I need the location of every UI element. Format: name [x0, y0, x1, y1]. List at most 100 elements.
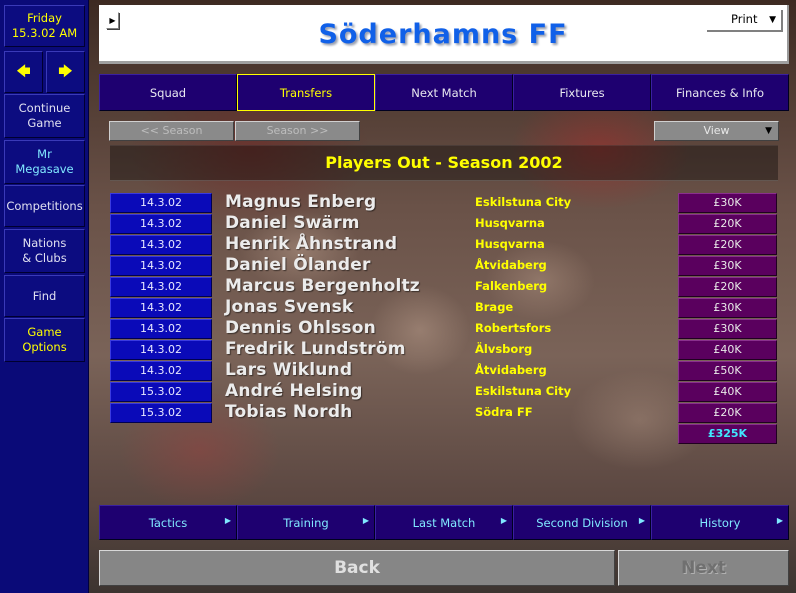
tab-squad[interactable]: Squad: [99, 74, 237, 111]
transfer-fee: £40K: [678, 382, 777, 402]
sidebar-item-label: Game: [27, 116, 62, 130]
transfer-date[interactable]: 15.3.02: [110, 382, 212, 402]
tab-label: History: [699, 515, 741, 530]
page-title-band: Players Out - Season 2002: [110, 145, 778, 181]
transfer-date[interactable]: 14.3.02: [110, 193, 212, 213]
sidebar-item-find[interactable]: Find: [4, 275, 85, 317]
player-name[interactable]: Fredrik Lundström: [225, 339, 406, 359]
date-value: 15.3.02 AM: [11, 26, 78, 40]
tab-finances-info[interactable]: Finances & Info: [651, 74, 789, 111]
transfer-date[interactable]: 14.3.02: [110, 340, 212, 360]
transfer-date[interactable]: 14.3.02: [110, 214, 212, 234]
print-dropdown[interactable]: Print ▼: [707, 10, 783, 32]
tab-history[interactable]: History ▶: [651, 505, 789, 540]
club-tabs: Squad Transfers Next Match Fixtures Fina…: [99, 74, 789, 111]
transfer-fee: £20K: [678, 403, 777, 423]
sidebar-item-label: Find: [32, 288, 57, 303]
destination-club[interactable]: Husqvarna: [475, 237, 545, 251]
transfer-fee: £30K: [678, 256, 777, 276]
sidebar-item-label: Mr: [37, 147, 52, 161]
tab-label: Fixtures: [559, 85, 605, 100]
transfer-row: 15.3.02 Tobias Nordh Södra FF £20K: [110, 402, 778, 424]
transfer-date[interactable]: 14.3.02: [110, 256, 212, 276]
player-name[interactable]: André Helsing: [225, 381, 363, 401]
view-dropdown[interactable]: View ▼: [654, 121, 779, 141]
sidebar-item-mr-megasave[interactable]: Mr Megasave: [4, 140, 85, 184]
player-name[interactable]: Tobias Nordh: [225, 402, 353, 422]
destination-club[interactable]: Brage: [475, 300, 513, 314]
sidebar-item-label: & Clubs: [22, 251, 67, 265]
tab-second-division[interactable]: Second Division ▶: [513, 505, 651, 540]
transfer-fee: £30K: [678, 319, 777, 339]
tab-label: Transfers: [279, 85, 333, 100]
sidebar-item-label: Competitions: [6, 198, 83, 213]
total-fee: £325K: [678, 424, 777, 444]
transfer-fee: £20K: [678, 235, 777, 255]
current-date-display: Friday 15.3.02 AM: [4, 5, 85, 47]
player-name[interactable]: Daniel Swärm: [225, 213, 360, 233]
club-name-title: Söderhamns FF: [318, 19, 568, 50]
player-name[interactable]: Magnus Enberg: [225, 192, 376, 212]
next-label: Next: [681, 558, 726, 578]
destination-club[interactable]: Åtvidaberg: [475, 258, 547, 272]
destination-club[interactable]: Eskilstuna City: [475, 195, 571, 209]
previous-button[interactable]: 🡄: [4, 51, 43, 93]
sidebar-item-label: Continue: [18, 101, 71, 115]
player-name[interactable]: Henrik Åhnstrand: [225, 234, 397, 254]
player-name[interactable]: Daniel Ölander: [225, 255, 371, 275]
destination-club[interactable]: Åtvidaberg: [475, 363, 547, 377]
sidebar-item-game-options[interactable]: Game Options: [4, 318, 85, 362]
submenu-arrow-icon: ▶: [224, 516, 231, 525]
chevron-down-icon: ▼: [769, 15, 776, 25]
tab-label: Tactics: [148, 515, 188, 530]
tab-transfers[interactable]: Transfers: [237, 74, 375, 111]
player-name[interactable]: Dennis Ohlsson: [225, 318, 376, 338]
transfer-date[interactable]: 14.3.02: [110, 235, 212, 255]
transfer-fee: £20K: [678, 214, 777, 234]
destination-club[interactable]: Södra FF: [475, 405, 533, 419]
transfer-row: 14.3.02 Henrik Åhnstrand Husqvarna £20K: [110, 234, 778, 256]
sidebar-item-label: Options: [22, 340, 67, 354]
destination-club[interactable]: Falkenberg: [475, 279, 547, 293]
previous-season-button[interactable]: << Season: [109, 121, 234, 141]
transfer-row: 14.3.02 Magnus Enberg Eskilstuna City £30K: [110, 192, 778, 214]
sidebar-item-label: Megasave: [15, 162, 74, 176]
back-button[interactable]: Back: [99, 550, 615, 586]
sidebar-item-continue-game[interactable]: Continue Game: [4, 94, 85, 138]
next-season-label: Season >>: [266, 124, 329, 137]
next-day-button[interactable]: 🡆: [46, 51, 85, 93]
sidebar-item-competitions[interactable]: Competitions: [4, 185, 85, 227]
tab-tactics[interactable]: Tactics ▶: [99, 505, 237, 540]
back-label: Back: [334, 558, 380, 578]
transfer-fee: £50K: [678, 361, 777, 381]
destination-club[interactable]: Älvsborg: [475, 342, 532, 356]
tab-training[interactable]: Training ▶: [237, 505, 375, 540]
tab-fixtures[interactable]: Fixtures: [513, 74, 651, 111]
destination-club[interactable]: Eskilstuna City: [475, 384, 571, 398]
player-name[interactable]: Marcus Bergenholtz: [225, 276, 420, 296]
destination-club[interactable]: Robertsfors: [475, 321, 551, 335]
submenu-arrow-icon: ▶: [500, 516, 507, 525]
view-label: View: [703, 124, 730, 137]
tab-label: Training: [283, 515, 329, 530]
transfer-row: 14.3.02 Daniel Ölander Åtvidaberg £30K: [110, 255, 778, 277]
player-name[interactable]: Jonas Svensk: [225, 297, 353, 317]
transfer-date[interactable]: 14.3.02: [110, 319, 212, 339]
next-season-button[interactable]: Season >>: [235, 121, 360, 141]
destination-club[interactable]: Husqvarna: [475, 216, 545, 230]
transfer-date[interactable]: 15.3.02: [110, 403, 212, 423]
tab-last-match[interactable]: Last Match ▶: [375, 505, 513, 540]
next-button[interactable]: Next: [618, 550, 789, 586]
transfer-date[interactable]: 14.3.02: [110, 361, 212, 381]
club-header: ▶ Söderhamns FF Print ▼: [99, 5, 789, 64]
transfer-date[interactable]: 14.3.02: [110, 277, 212, 297]
transfer-row: 14.3.02 Fredrik Lundström Älvsborg £40K: [110, 339, 778, 361]
transfer-fee: £30K: [678, 193, 777, 213]
left-arrow-icon: 🡄: [16, 63, 31, 80]
player-name[interactable]: Lars Wiklund: [225, 360, 352, 380]
tab-label: Next Match: [411, 85, 477, 100]
tab-next-match[interactable]: Next Match: [375, 74, 513, 111]
sidebar-item-nations-clubs[interactable]: Nations & Clubs: [4, 229, 85, 273]
transfer-date[interactable]: 14.3.02: [110, 298, 212, 318]
transfer-fee: £20K: [678, 277, 777, 297]
